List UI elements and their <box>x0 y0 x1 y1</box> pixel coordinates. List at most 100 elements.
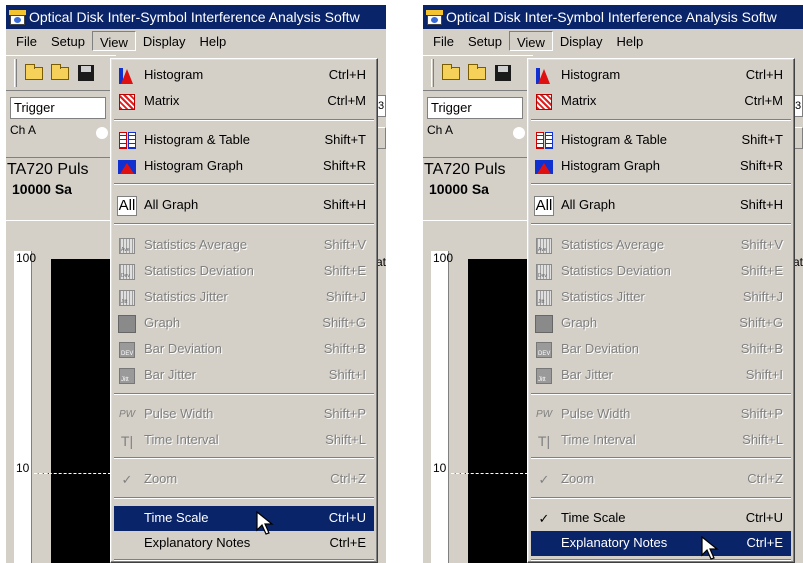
menu-item-shortcut: Shift+R <box>323 158 366 173</box>
menu-item-shortcut: Shift+B <box>740 341 783 356</box>
menu-item-histogram[interactable]: Histogram Ctrl+H <box>114 63 374 88</box>
menu-separator <box>114 393 374 395</box>
menubar: File Setup View Display Help <box>6 29 386 53</box>
menu-item-shortcut: Ctrl+M <box>327 93 366 108</box>
menu-item-label: Time Interval <box>561 432 636 447</box>
menu-item-histogram[interactable]: Histogram Ctrl+H <box>531 63 791 88</box>
menu-item-label: Matrix <box>561 93 597 108</box>
comm-folder-button[interactable] <box>49 62 71 84</box>
toolbar <box>423 55 533 91</box>
menu-item-time-scale[interactable]: Time Scale Ctrl+U <box>114 506 374 531</box>
menu-item-bar-deviation: DEV Bar Deviation Shift+B <box>531 337 791 362</box>
menu-separator <box>531 119 791 121</box>
menu-view[interactable]: View <box>91 31 136 51</box>
gridline <box>451 473 528 474</box>
menu-item-bar-jitter: Jitt Bar Jitter Shift+I <box>531 363 791 388</box>
menu-item-explanatory-notes[interactable]: Explanatory Notes Ctrl+E <box>114 531 374 556</box>
toolbar-grip[interactable] <box>14 59 17 87</box>
folder-icon <box>442 63 460 80</box>
mouse-pointer-icon <box>256 511 274 535</box>
menu-separator <box>114 183 374 185</box>
menu-item-label: Bar Jitter <box>144 367 197 382</box>
menu-item-histogram-graph[interactable]: Histogram Graph Shift+R <box>114 154 374 179</box>
comm-folder-button[interactable] <box>466 62 488 84</box>
menu-item-statistics-deviation: Dev Statistics Deviation Shift+E <box>114 259 374 284</box>
menu-item-label: Statistics Jitter <box>561 289 645 304</box>
window-title: Optical Disk Inter-Symbol Interference A… <box>29 9 360 25</box>
menu-view[interactable]: View <box>508 31 553 51</box>
save-button[interactable] <box>75 62 97 84</box>
toolbar-grip[interactable] <box>431 59 434 87</box>
instrument-label: TA720 Puls <box>424 161 506 178</box>
menu-display[interactable]: Display <box>136 31 193 51</box>
menu-file[interactable]: File <box>426 31 461 51</box>
menu-item-shortcut: Shift+H <box>323 197 366 212</box>
save-button[interactable] <box>492 62 514 84</box>
menu-item-histogram-graph[interactable]: Histogram Graph Shift+R <box>531 154 791 179</box>
bar-deviation-icon: DEV <box>117 340 137 359</box>
plot-frame: 100 10 <box>6 220 111 563</box>
menu-item-label: Explanatory Notes <box>144 535 251 550</box>
menu-help[interactable]: Help <box>193 31 234 51</box>
folder-icon <box>25 63 43 80</box>
menu-item-shortcut: Shift+L <box>325 432 366 447</box>
matrix-icon <box>534 92 554 111</box>
open-folder-button[interactable] <box>23 62 45 84</box>
menu-item-shortcut: Shift+J <box>325 289 366 304</box>
info-area: TA720 Puls 10000 Sa <box>423 157 533 207</box>
menu-item-label: Time Interval <box>144 432 219 447</box>
menu-item-label: All Graph <box>144 197 199 212</box>
time-interval-icon: T| <box>120 432 134 449</box>
menu-item-statistics-jitter: Jitt Statistics Jitter Shift+J <box>114 285 374 310</box>
menu-setup[interactable]: Setup <box>44 31 92 51</box>
channel-radio[interactable] <box>513 127 525 139</box>
open-folder-button[interactable] <box>440 62 462 84</box>
no-icon <box>117 509 137 528</box>
trigger-label: Trigger <box>427 97 523 119</box>
menu-item-shortcut: Ctrl+E <box>329 535 366 550</box>
menu-item-time-scale[interactable]: ✓ Time Scale Ctrl+U <box>531 506 791 531</box>
menu-item-matrix[interactable]: Matrix Ctrl+M <box>531 89 791 114</box>
menu-item-all-graph[interactable]: All All Graph Shift+H <box>114 193 374 218</box>
menu-item-label: Statistics Average <box>144 237 248 252</box>
channel-radio[interactable] <box>96 127 108 139</box>
menu-separator <box>531 559 791 561</box>
menu-separator <box>531 393 791 395</box>
menu-file[interactable]: File <box>9 31 44 51</box>
menu-item-shortcut: Shift+P <box>740 406 783 421</box>
menu-item-histogram-table[interactable]: Histogram & Table Shift+T <box>114 128 374 153</box>
menu-item-all-graph[interactable]: All All Graph Shift+H <box>531 193 791 218</box>
stat-average-icon: Ave <box>534 236 554 255</box>
right-screenshot-panel: Optical Disk Inter-Symbol Interference A… <box>423 5 803 563</box>
time-interval-icon: T| <box>537 432 551 449</box>
menu-display[interactable]: Display <box>553 31 610 51</box>
menu-item-shortcut: Shift+V <box>740 237 783 252</box>
menu-item-label: Time Scale <box>144 510 209 525</box>
trigger-label: Trigger <box>10 97 106 119</box>
instrument-label: TA720 Puls <box>7 161 89 178</box>
plot-frame: 100 10 <box>423 220 528 563</box>
plot-axis-area <box>431 251 449 563</box>
menu-separator <box>114 223 374 225</box>
menu-item-matrix[interactable]: Matrix Ctrl+M <box>114 89 374 114</box>
menu-item-label: Histogram <box>561 67 621 82</box>
menu-item-label: Graph <box>561 315 598 330</box>
menu-item-shortcut: Shift+E <box>740 263 783 278</box>
window-titlebar[interactable]: Optical Disk Inter-Symbol Interference A… <box>423 5 803 29</box>
menu-item-label: Bar Jitter <box>561 367 614 382</box>
menu-item-explanatory-notes[interactable]: Explanatory Notes Ctrl+E <box>531 531 791 556</box>
window-titlebar[interactable]: Optical Disk Inter-Symbol Interference A… <box>6 5 386 29</box>
menu-item-histogram-table[interactable]: Histogram & Table Shift+T <box>531 128 791 153</box>
menu-item-label: Pulse Width <box>561 406 631 421</box>
stat-deviation-icon: Dev <box>117 262 137 281</box>
floppy-icon <box>495 65 511 81</box>
menu-item-shortcut: Shift+B <box>323 341 366 356</box>
menu-item-shortcut: Shift+E <box>323 263 366 278</box>
menu-setup[interactable]: Setup <box>461 31 509 51</box>
bar-deviation-icon: DEV <box>534 340 554 359</box>
histogram-icon <box>117 66 137 85</box>
menu-item-label: Statistics Jitter <box>144 289 228 304</box>
menu-help[interactable]: Help <box>610 31 651 51</box>
graph-icon <box>534 314 554 333</box>
view-menu-dropdown: Histogram Ctrl+H Matrix Ctrl+M Histogram & T… <box>110 58 378 563</box>
